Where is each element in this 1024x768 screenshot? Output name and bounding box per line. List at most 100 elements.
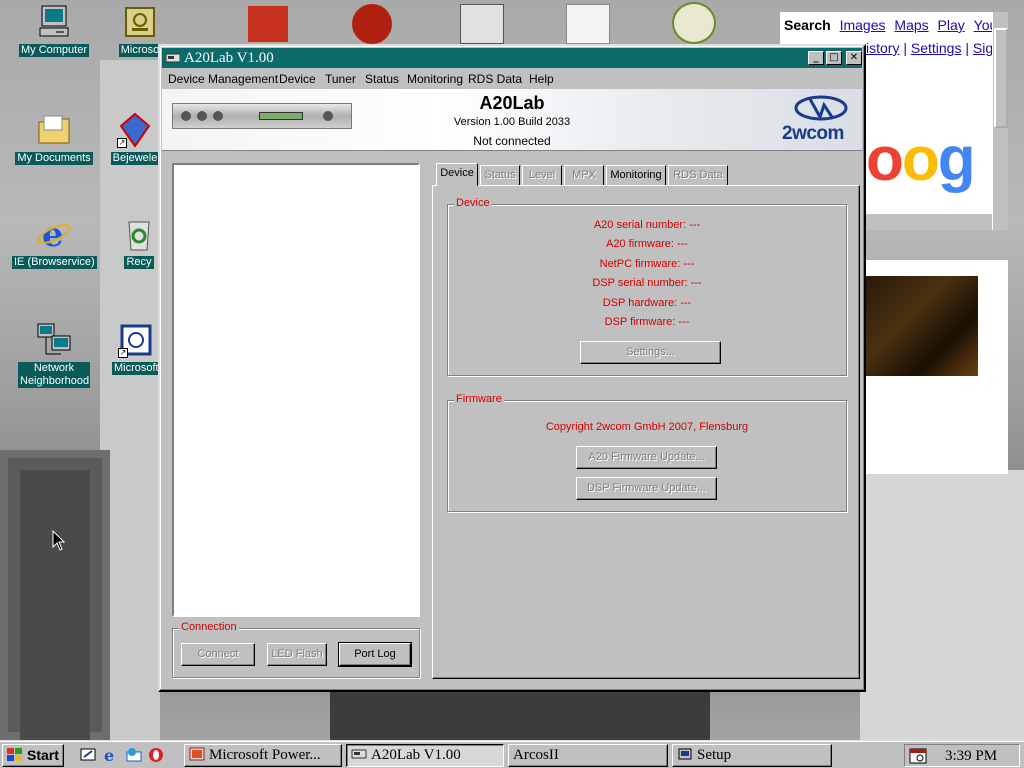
desktop-icon-partial-5[interactable] bbox=[672, 2, 716, 44]
desktop-icon-partial-2[interactable] bbox=[352, 4, 392, 44]
connection-group-title: Connection bbox=[179, 621, 239, 634]
internet-explorer-icon[interactable]: e bbox=[103, 747, 119, 763]
search-link[interactable]: Search bbox=[784, 17, 831, 33]
brand-logo-icon bbox=[794, 95, 848, 121]
system-tray: 3:39 PM bbox=[904, 744, 1020, 767]
play-link[interactable]: Play bbox=[938, 17, 965, 33]
desktop-icon-microsoft[interactable]: Microso bbox=[118, 4, 162, 57]
setup-icon bbox=[678, 748, 692, 760]
led-flash-button[interactable]: LED Flash bbox=[267, 643, 327, 666]
a20-serial-number: A20 serial number: --- bbox=[593, 219, 701, 231]
desktop-icon-partial-4[interactable] bbox=[566, 4, 610, 44]
connection-status: Not connected bbox=[473, 134, 551, 148]
desktop-icon-microsoft-2[interactable]: ↗ Microsoft bbox=[112, 322, 160, 375]
menu-tuner[interactable]: Tuner bbox=[325, 72, 356, 86]
menu-status[interactable]: Status bbox=[365, 72, 399, 86]
port-log-button[interactable]: Port Log bbox=[338, 642, 412, 667]
app-banner: A20Lab Version 1.00 Build 2033 Not conne… bbox=[162, 89, 862, 151]
browser-links-2: istory | Settings | Sign bbox=[866, 40, 1001, 56]
powerpoint-icon bbox=[189, 747, 205, 761]
a20lab-window: A20Lab V1.00 _ □ ✕ Device Management Dev… bbox=[158, 44, 866, 692]
desktop-icon-bejeweled[interactable]: ↗ Bejewele bbox=[110, 112, 160, 165]
tab-level[interactable]: Level bbox=[522, 165, 562, 185]
video-thumbnail[interactable] bbox=[866, 276, 978, 376]
task-microsoft-powerpoint[interactable]: Microsoft Power... bbox=[184, 744, 342, 767]
history-link[interactable]: istory bbox=[866, 40, 899, 56]
app-name: A20Lab bbox=[479, 93, 545, 113]
menu-help[interactable]: Help bbox=[529, 72, 554, 86]
opera-icon[interactable] bbox=[148, 747, 164, 763]
title-bar[interactable]: A20Lab V1.00 _ □ ✕ bbox=[162, 48, 862, 68]
app-icon[interactable] bbox=[166, 52, 180, 64]
menu-rds-data[interactable]: RDS Data bbox=[468, 72, 522, 86]
desktop-icon-network-neighborhood[interactable]: Network Neighborhood bbox=[14, 322, 94, 388]
minimize-button[interactable]: _ bbox=[808, 51, 824, 65]
task-a20lab[interactable]: A20Lab V1.00 bbox=[346, 744, 504, 767]
connection-group: Connection Connect LED Flash Port Log bbox=[172, 621, 420, 678]
task-label: Setup bbox=[697, 747, 732, 763]
device-group-title: Device bbox=[454, 197, 492, 210]
a20-firmware-update-button[interactable]: A20 Firmware Update... bbox=[576, 446, 717, 469]
desktop-icon-my-documents[interactable]: My Documents bbox=[14, 112, 94, 165]
app-shortcut-icon: ↗ bbox=[118, 322, 154, 358]
a20-firmware: A20 firmware: --- bbox=[606, 238, 688, 250]
app-shortcut-icon bbox=[122, 4, 158, 40]
images-link[interactable]: Images bbox=[840, 17, 886, 33]
device-group: Device A20 serial number: --- A20 firmwa… bbox=[447, 197, 847, 376]
tab-monitoring[interactable]: Monitoring bbox=[606, 165, 666, 185]
dsp-firmware-update-button[interactable]: DSP Firmware Update... bbox=[576, 477, 717, 500]
tab-mpx[interactable]: MPX bbox=[564, 165, 604, 185]
desktop-icon-partial-3[interactable] bbox=[460, 4, 504, 44]
dsp-firmware: DSP firmware: --- bbox=[604, 316, 690, 328]
browser-links: Search Images Maps Play YouT bbox=[784, 17, 1006, 33]
background-door-inner bbox=[20, 470, 90, 740]
taskbar: Start e Microsoft Power... A20Lab V1.00 … bbox=[0, 740, 1024, 768]
network-icon bbox=[36, 322, 72, 358]
tab-control: Device Status Level MPX Monitoring RDS D… bbox=[432, 163, 860, 679]
show-desktop-icon[interactable] bbox=[80, 747, 96, 763]
game-icon: ↗ bbox=[117, 112, 153, 148]
tab-status[interactable]: Status bbox=[480, 165, 520, 185]
scheduler-icon[interactable] bbox=[909, 748, 927, 764]
desktop-icon-recycle-bin[interactable]: Recy bbox=[118, 216, 160, 269]
task-arcosii[interactable]: ArcosII bbox=[508, 744, 668, 767]
desktop-icon-label: IE (Browservice) bbox=[12, 256, 97, 269]
svg-text:e: e bbox=[42, 216, 64, 252]
start-button[interactable]: Start bbox=[2, 744, 64, 767]
firmware-group-title: Firmware bbox=[454, 393, 504, 406]
outlook-express-icon[interactable] bbox=[126, 747, 142, 763]
task-label: A20Lab V1.00 bbox=[371, 747, 461, 763]
maps-link[interactable]: Maps bbox=[894, 17, 928, 33]
task-setup[interactable]: Setup bbox=[672, 744, 832, 767]
settings-link[interactable]: Settings bbox=[911, 40, 962, 56]
folder-icon bbox=[36, 112, 72, 148]
background-wall-right bbox=[860, 470, 1024, 740]
connect-button[interactable]: Connect bbox=[181, 643, 255, 666]
browser-horizontal-scrollbar[interactable] bbox=[866, 214, 992, 230]
netpc-firmware: NetPC firmware: --- bbox=[599, 258, 695, 270]
browser-vertical-scrollbar[interactable] bbox=[992, 12, 1008, 230]
close-button[interactable]: ✕ bbox=[846, 51, 862, 65]
desktop-icon-label: My Computer bbox=[18, 44, 90, 57]
device-list[interactable] bbox=[172, 163, 420, 617]
desktop-icon-label: Microso bbox=[118, 44, 162, 57]
menu-monitoring[interactable]: Monitoring bbox=[407, 72, 463, 86]
clock[interactable]: 3:39 PM bbox=[945, 746, 997, 766]
copyright-text: Copyright 2wcom GmbH 2007, Flensburg bbox=[545, 421, 749, 433]
shortcut-arrow-icon: ↗ bbox=[118, 348, 128, 358]
menu-device[interactable]: Device bbox=[279, 72, 316, 86]
menu-device-management[interactable]: Device Management bbox=[168, 72, 278, 86]
desktop-icon-ie[interactable]: e IE (Browservice) bbox=[12, 215, 97, 269]
window-title: A20Lab V1.00 bbox=[184, 50, 274, 66]
maximize-button[interactable]: □ bbox=[826, 51, 842, 65]
settings-button[interactable]: Settings... bbox=[580, 341, 721, 364]
tab-device[interactable]: Device bbox=[436, 163, 478, 186]
tab-rds-data[interactable]: RDS Data bbox=[668, 165, 728, 185]
firmware-group: Firmware Copyright 2wcom GmbH 2007, Flen… bbox=[447, 393, 847, 512]
desktop-icon-label: My Documents bbox=[15, 152, 93, 165]
desktop-icon-my-computer[interactable]: My Computer bbox=[14, 4, 94, 57]
dsp-hardware: DSP hardware: --- bbox=[602, 297, 692, 309]
shortcut-arrow-icon: ↗ bbox=[117, 138, 127, 148]
desktop-icon-partial-1[interactable] bbox=[248, 6, 288, 42]
scrollbar-thumb[interactable] bbox=[994, 28, 1008, 128]
